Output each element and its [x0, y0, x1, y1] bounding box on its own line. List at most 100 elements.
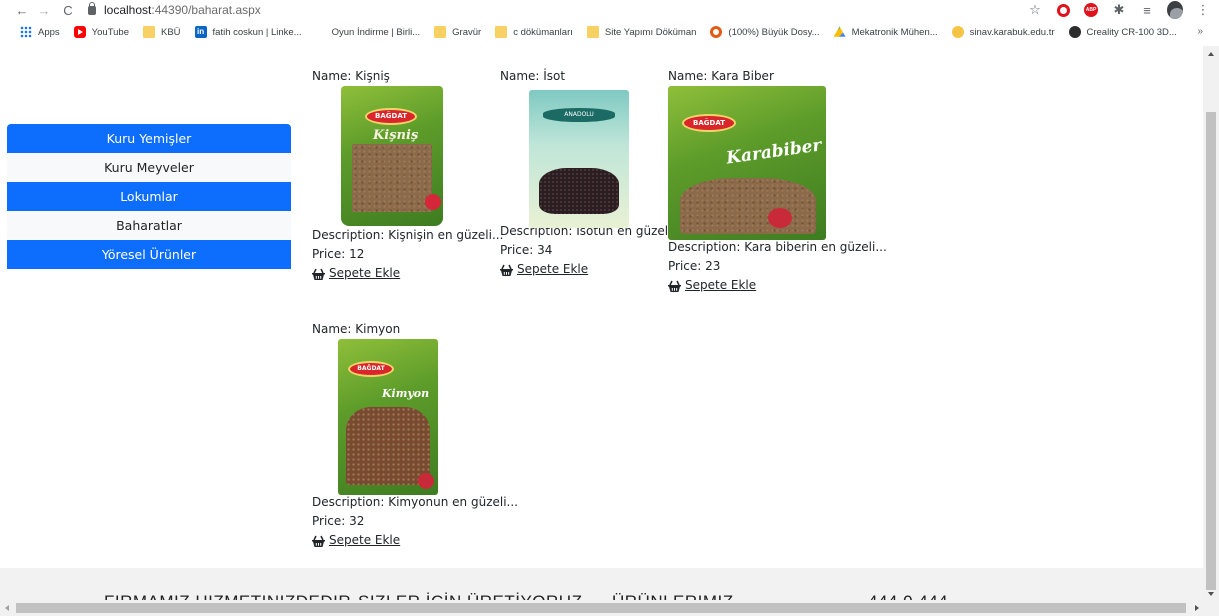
- brand-logo: BAĞDAT: [348, 361, 394, 377]
- add-to-cart-link[interactable]: Sepete Ekle: [312, 264, 502, 283]
- page-content: Kuru Yemişler Kuru Meyveler Lokumlar Bah…: [0, 46, 1203, 600]
- bookmark-label: fatih coskun | Linke...: [212, 26, 302, 38]
- add-to-cart-text[interactable]: Sepete Ekle: [329, 531, 400, 550]
- bookmark-label: Apps: [38, 26, 60, 38]
- browser-toolbar: ← → C localhost:44390/baharat.aspx ☆ ABP…: [0, 0, 1219, 20]
- brand-logo: BAĞDAT: [682, 114, 736, 132]
- extensions-puzzle-icon[interactable]: ✱: [1111, 2, 1127, 18]
- bookmark-label: Mekatronik Mühen...: [851, 26, 938, 38]
- brand-logo: BAĞDAT: [365, 108, 417, 125]
- bookmark-item[interactable]: Mekatronik Mühen...: [833, 26, 938, 38]
- folder-icon: [586, 26, 599, 38]
- bookmark-label: Site Yapımı Döküman: [604, 26, 697, 38]
- bookmark-item[interactable]: Oyun İndirme | Birli...: [332, 27, 421, 38]
- product-card: Name: İsot ANADOLU Description: İsotun e…: [500, 68, 690, 279]
- product-name: Name: Kişniş: [312, 69, 390, 83]
- face-icon: [951, 26, 964, 38]
- bookmark-item[interactable]: Gravür: [434, 26, 481, 38]
- bookmark-item[interactable]: (100%) Büyük Dosy...: [710, 26, 820, 38]
- bookmark-item[interactable]: Apps: [20, 26, 60, 38]
- linkedin-icon: in: [194, 26, 207, 38]
- horizontal-scrollbar[interactable]: [0, 600, 1219, 616]
- scroll-down-arrow-icon[interactable]: [1208, 592, 1214, 596]
- product-image: BAĞDAT Kişniş: [341, 86, 443, 226]
- product-description: Description: Kara biberin en güzeli...: [668, 240, 887, 254]
- sidebar-item-baharatlar[interactable]: Baharatlar: [7, 211, 291, 240]
- scroll-left-arrow-icon[interactable]: [5, 605, 9, 611]
- bookmark-label: Gravür: [452, 26, 482, 38]
- add-to-cart-link[interactable]: Sepete Ekle: [312, 531, 502, 550]
- sidebar-item-kuru-meyveler[interactable]: Kuru Meyveler: [7, 153, 291, 182]
- add-to-cart-text[interactable]: Sepete Ekle: [517, 260, 588, 279]
- shopping-basket-icon: [500, 264, 513, 276]
- adblock-icon[interactable]: ABP: [1083, 2, 1099, 18]
- sidebar-item-lokumlar[interactable]: Lokumlar: [7, 182, 291, 211]
- avatar[interactable]: [1167, 1, 1183, 19]
- add-to-cart-link[interactable]: Sepete Ekle: [668, 276, 868, 295]
- product-price: Price: 23: [668, 259, 721, 273]
- bookmark-label: KBÜ: [161, 26, 181, 38]
- product-image: BAĞDAT Kimyon: [338, 339, 438, 495]
- scroll-up-arrow-icon[interactable]: [1208, 52, 1214, 56]
- product-card: Name: Kara Biber BAĞDAT Karabiber Descri…: [668, 68, 887, 295]
- sidebar-item-yoresel-urunler[interactable]: Yöresel Ürünler: [7, 240, 291, 269]
- add-to-cart-text[interactable]: Sepete Ekle: [329, 264, 400, 283]
- url-path: :44390/baharat.aspx: [151, 3, 261, 17]
- forward-arrow-icon[interactable]: →: [36, 3, 52, 18]
- menu-kebab-icon[interactable]: ⋮: [1195, 2, 1211, 18]
- package-label: Kimyon: [382, 387, 430, 400]
- bookmark-label: sinav.karabuk.edu.tr: [969, 26, 1055, 38]
- package-label: Kişniş: [373, 128, 419, 143]
- add-to-cart-text[interactable]: Sepete Ekle: [685, 276, 756, 295]
- creality-icon: [1068, 26, 1081, 38]
- youtube-icon: [73, 26, 86, 38]
- lock-icon: [88, 1, 96, 15]
- add-to-cart-link[interactable]: Sepete Ekle: [500, 260, 690, 279]
- back-arrow-icon[interactable]: ←: [14, 3, 30, 18]
- scrollbar-thumb[interactable]: [1206, 112, 1216, 590]
- product-price: Price: 12: [312, 247, 365, 261]
- product-name: Name: Kimyon: [312, 322, 401, 336]
- footer-heading: ÜRÜNLERIMIZ: [612, 592, 734, 600]
- footer-phone: 444 0 444: [868, 592, 948, 600]
- folder-icon: [495, 26, 508, 38]
- product-image: ANADOLU: [529, 90, 629, 228]
- bookmark-label: c dökümanları: [513, 26, 573, 38]
- bookmarks-overflow-icon[interactable]: »: [1197, 26, 1203, 37]
- package-label: Karabiber: [725, 135, 823, 169]
- bookmark-label: YouTube: [91, 26, 129, 38]
- bookmark-item[interactable]: c dökümanları: [495, 26, 573, 38]
- vertical-scrollbar[interactable]: [1203, 46, 1219, 600]
- scrollbar-thumb[interactable]: [16, 603, 1186, 613]
- product-card: Name: Kişniş BAĞDAT Kişniş Description: …: [312, 68, 503, 283]
- bookmark-item[interactable]: Site Yapımı Döküman: [586, 26, 697, 38]
- opera-extension-icon[interactable]: [1055, 2, 1071, 18]
- product-price: Price: 32: [312, 514, 365, 528]
- drive-icon: [833, 26, 846, 37]
- url-host: localhost: [104, 3, 152, 17]
- bookmark-item[interactable]: in fatih coskun | Linke...: [194, 26, 302, 38]
- reload-icon[interactable]: C: [60, 3, 76, 18]
- bookmark-label: Creality CR-100 3D...: [1086, 26, 1177, 38]
- bookmark-item[interactable]: YouTube: [73, 26, 129, 38]
- opera-icon: [710, 26, 723, 38]
- apps-icon: [20, 26, 32, 38]
- product-name: Name: Kara Biber: [668, 69, 774, 83]
- bookmark-item[interactable]: sinav.karabuk.edu.tr: [951, 26, 1055, 38]
- product-price: Price: 34: [500, 243, 553, 257]
- star-icon[interactable]: ☆: [1027, 2, 1043, 18]
- category-sidebar: Kuru Yemişler Kuru Meyveler Lokumlar Bah…: [7, 124, 291, 269]
- address-bar[interactable]: localhost:44390/baharat.aspx: [88, 1, 261, 17]
- product-description: Description: Kimyonun en güzeli...: [312, 495, 518, 509]
- shopping-basket-icon: [668, 280, 681, 292]
- bookmark-item[interactable]: KBÜ: [143, 26, 181, 38]
- bookmark-item[interactable]: Creality CR-100 3D...: [1068, 26, 1177, 38]
- footer-heading: SIZLER İÇİN ÜRETİYORUZ: [358, 592, 582, 600]
- bookmark-label: (100%) Büyük Dosy...: [728, 26, 820, 38]
- footer: FIRMAMIZ HIZMETINIZDEDIR SIZLER İÇİN ÜRE…: [0, 568, 1203, 600]
- bookmark-label: Oyun İndirme | Birli...: [331, 26, 421, 38]
- reading-list-icon[interactable]: ≡: [1139, 2, 1155, 18]
- scroll-right-arrow-icon[interactable]: [1195, 605, 1199, 611]
- sidebar-item-kuru-yemisler[interactable]: Kuru Yemişler: [7, 124, 291, 153]
- footer-heading: FIRMAMIZ HIZMETINIZDEDIR: [104, 592, 351, 600]
